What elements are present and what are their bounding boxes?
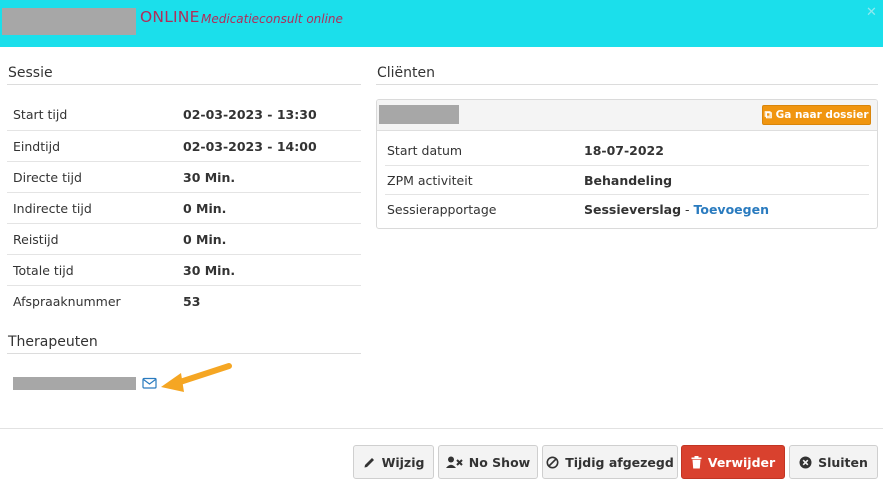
trash-icon	[691, 455, 702, 468]
table-row: Eindtijd 02-03-2023 - 14:00	[7, 130, 361, 161]
no-show-button-label: No Show	[468, 454, 531, 470]
list-item: Start datum 18-07-2022	[385, 136, 869, 165]
table-row: Reistijd 0 Min.	[7, 223, 361, 254]
divider	[376, 84, 878, 85]
row-label: Start tijd	[13, 107, 68, 122]
row-label: Directe tijd	[13, 170, 82, 185]
edit-button[interactable]: Wijzig	[353, 445, 434, 479]
table-row: Totale tijd 30 Min.	[7, 254, 361, 285]
section-title-therapeuten: Therapeuten	[8, 334, 98, 350]
external-link-icon: ⧉	[764, 109, 772, 121]
go-to-dossier-button[interactable]: ⧉ Ga naar dossier	[762, 105, 871, 125]
row-label: Indirecte tijd	[13, 201, 92, 216]
cancelled-in-time-button[interactable]: Tijdig afgezegd	[542, 445, 678, 479]
row-value: 02-03-2023 - 14:00	[183, 139, 317, 154]
row-label: ZPM activiteit	[387, 173, 473, 188]
row-label: Sessierapportage	[387, 202, 497, 217]
toevoegen-link[interactable]: Toevoegen	[694, 202, 769, 217]
row-label: Start datum	[387, 143, 463, 158]
ban-icon	[546, 456, 559, 468]
times-circle-icon	[799, 456, 812, 468]
row-value: 53	[183, 294, 201, 309]
list-item: ZPM activiteit Behandeling	[385, 165, 869, 194]
section-title-clienten: Cliënten	[377, 65, 436, 81]
row-label: Reistijd	[13, 232, 59, 247]
arrow-annotation-icon	[161, 363, 232, 392]
client-card: ⧉ Ga naar dossier Start datum 18-07-2022…	[376, 99, 878, 229]
row-value: 18-07-2022	[584, 143, 664, 158]
no-show-button[interactable]: No Show	[438, 445, 538, 479]
modal-title: ONLINE	[140, 8, 200, 26]
modal-header: ONLINE Medicatieconsult online ✕	[0, 0, 883, 47]
pencil-icon	[364, 457, 374, 467]
redacted-client-name	[2, 8, 136, 35]
cancelled-in-time-button-label: Tijdig afgezegd	[565, 454, 674, 470]
row-value: 02-03-2023 - 13:30	[183, 107, 317, 122]
separator: -	[681, 202, 694, 217]
table-row: Directe tijd 30 Min.	[7, 161, 361, 192]
user-times-icon	[445, 456, 463, 468]
table-row: Indirecte tijd 0 Min.	[7, 192, 361, 223]
row-value: 0 Min.	[183, 201, 227, 216]
delete-button-label: Verwijder	[707, 454, 776, 470]
list-item: Sessierapportage Sessieverslag - Toevoeg…	[385, 194, 869, 223]
row-value: Sessieverslag - Toevoegen	[584, 202, 769, 217]
row-value: Behandeling	[584, 173, 673, 188]
table-row: Afspraaknummer 53	[7, 285, 361, 316]
row-label: Totale tijd	[13, 263, 74, 278]
client-card-header: ⧉ Ga naar dossier	[377, 100, 877, 131]
section-title-sessie: Sessie	[8, 65, 53, 81]
row-value: 30 Min.	[183, 170, 236, 185]
row-value: 0 Min.	[183, 232, 227, 247]
row-label: Afspraaknummer	[13, 294, 121, 309]
divider	[7, 353, 361, 354]
close-button[interactable]: Sluiten	[789, 445, 878, 479]
redacted-client-name	[379, 105, 459, 124]
close-button-label: Sluiten	[818, 454, 868, 470]
delete-button[interactable]: Verwijder	[681, 445, 785, 479]
envelope-icon[interactable]	[142, 376, 157, 390]
edit-button-label: Wijzig	[381, 454, 425, 470]
row-label: Eindtijd	[13, 139, 61, 154]
sessieverslag-text: Sessieverslag	[584, 202, 682, 217]
modal-subtitle: Medicatieconsult online	[201, 12, 343, 26]
close-icon[interactable]: ✕	[866, 5, 877, 20]
redacted-therapist-name	[13, 377, 136, 390]
go-to-dossier-label: Ga naar dossier	[775, 109, 869, 121]
footer-divider	[0, 428, 883, 429]
row-value: 30 Min.	[183, 263, 236, 278]
table-row: Start tijd 02-03-2023 - 13:30	[7, 99, 361, 130]
divider	[7, 84, 361, 85]
